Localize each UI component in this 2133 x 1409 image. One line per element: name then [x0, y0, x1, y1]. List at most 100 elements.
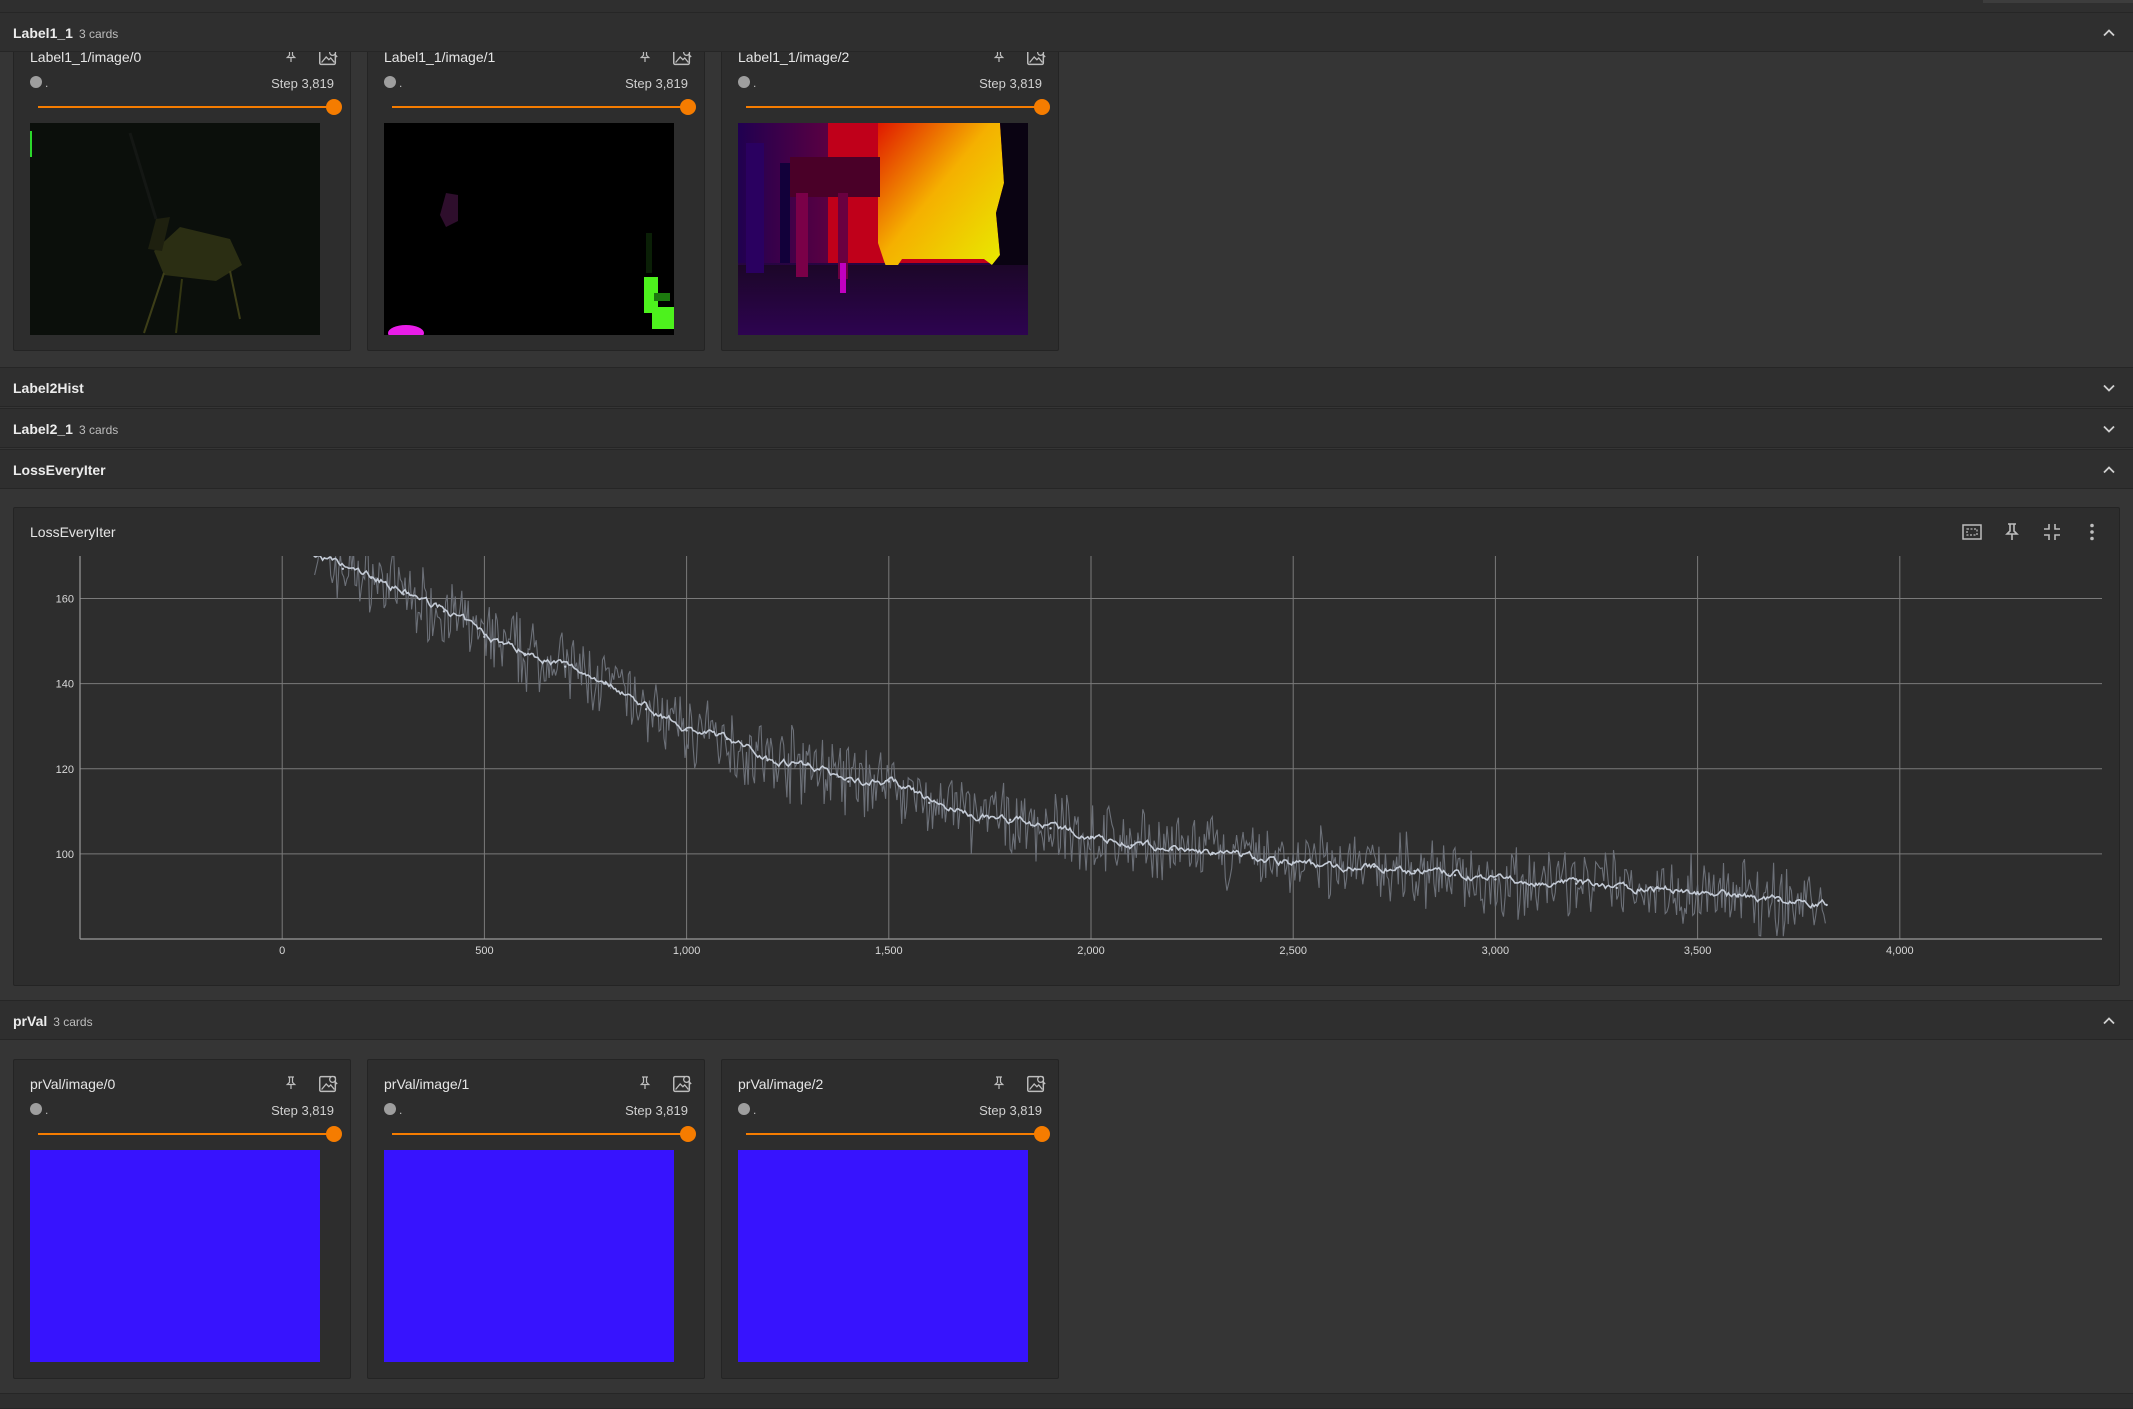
image-card: Label1_1/image/2 . Step 3,819	[721, 24, 1059, 351]
slider-thumb[interactable]	[1034, 99, 1050, 115]
data-point	[1575, 882, 1578, 885]
data-point	[1332, 865, 1335, 868]
data-point	[1825, 903, 1828, 907]
data-point	[604, 682, 607, 685]
run-name: .	[45, 76, 49, 90]
image-settings-icon[interactable]	[317, 1073, 339, 1095]
data-point	[483, 635, 486, 639]
image-thumbnail	[384, 123, 674, 335]
run-name: .	[45, 1103, 49, 1117]
slider-track	[392, 106, 688, 108]
data-point	[1130, 844, 1133, 847]
y-tick-label: 140	[56, 679, 74, 691]
x-tick-label: 1,500	[875, 945, 903, 957]
group-header-prval[interactable]: prVal 3 cards	[0, 1000, 2133, 1040]
image-card-title: prVal/image/0	[30, 1076, 116, 1092]
run-name: .	[753, 76, 757, 90]
slider-thumb[interactable]	[1034, 1126, 1050, 1142]
run-name: .	[399, 76, 403, 90]
image-thumbnail	[30, 123, 320, 335]
image-thumbnail	[738, 1150, 1028, 1362]
group-title: LossEveryIter	[13, 462, 106, 478]
image-settings-icon[interactable]	[671, 1073, 693, 1095]
x-tick-label: 4,000	[1886, 945, 1914, 957]
image-thumbnail	[384, 1150, 674, 1362]
top-tabs-edge	[1983, 0, 2133, 3]
image-frame[interactable]	[30, 1150, 320, 1362]
image-card-title: prVal/image/1	[384, 1076, 470, 1092]
step-label: Step 3,819	[979, 76, 1042, 91]
image-card: Label1_1/image/1 . Step 3,819	[367, 24, 705, 351]
group-card-count: 3 cards	[78, 27, 119, 41]
step-slider[interactable]	[38, 99, 342, 115]
x-tick-label: 3,000	[1482, 945, 1510, 957]
step-label: Step 3,819	[625, 1103, 688, 1118]
slider-thumb[interactable]	[326, 99, 342, 115]
chevron-down-icon[interactable]	[2099, 419, 2119, 439]
image-frame[interactable]	[384, 1150, 674, 1362]
x-tick-label: 2,500	[1279, 945, 1307, 957]
x-tick-label: 2,000	[1077, 945, 1105, 957]
image-frame[interactable]	[738, 123, 1028, 335]
image-card-title: prVal/image/2	[738, 1076, 824, 1092]
step-slider[interactable]	[392, 1126, 696, 1142]
group-header-loss-every-iter[interactable]: LossEveryIter	[0, 449, 2133, 489]
image-card: prVal/image/2 . Step 3,819	[721, 1059, 1059, 1379]
run-color-dot	[384, 1103, 396, 1115]
slider-thumb[interactable]	[680, 1126, 696, 1142]
image-frame[interactable]	[384, 123, 674, 335]
line-chart[interactable]: 0 500 1,000 1,500 2,000 2,500 3,000 3,500 4,000 1…	[14, 508, 2114, 968]
data-point	[1008, 818, 1012, 822]
step-slider[interactable]	[746, 99, 1050, 115]
run-name: .	[753, 1103, 757, 1117]
data-point	[1534, 882, 1538, 885]
step-slider[interactable]	[38, 1126, 342, 1142]
data-point	[1170, 848, 1174, 851]
chevron-up-icon[interactable]	[2099, 23, 2119, 43]
data-point	[1211, 852, 1214, 856]
run-name: .	[399, 1103, 403, 1117]
data-point	[523, 652, 527, 656]
data-point	[928, 801, 931, 805]
step-slider[interactable]	[392, 99, 696, 115]
group-header-label2-1[interactable]: Label2_1 3 cards	[0, 408, 2133, 448]
image-card: Label1_1/image/0 . Step 3,819	[13, 24, 351, 351]
image-frame[interactable]	[738, 1150, 1028, 1362]
data-point	[1777, 899, 1780, 902]
data-point	[1736, 895, 1740, 898]
group-header-label2hist[interactable]: Label2Hist	[0, 367, 2133, 407]
pin-icon[interactable]	[282, 1074, 300, 1092]
data-point	[564, 665, 567, 668]
x-tick-label: 3,500	[1684, 945, 1712, 957]
slider-track	[746, 1133, 1042, 1135]
data-point	[1089, 835, 1093, 839]
step-label: Step 3,819	[625, 76, 688, 91]
data-point	[1372, 865, 1376, 868]
step-label: Step 3,819	[271, 76, 334, 91]
image-frame[interactable]	[30, 123, 320, 335]
image-card: prVal/image/0 . Step 3,819	[13, 1059, 351, 1379]
group-title: Label1_1 3 cards	[13, 25, 119, 41]
group-header-label1-1[interactable]: Label1_1 3 cards	[0, 12, 2133, 52]
chevron-up-icon[interactable]	[2099, 460, 2119, 480]
data-point	[847, 780, 850, 783]
data-point	[1251, 856, 1254, 860]
slider-thumb[interactable]	[326, 1126, 342, 1142]
run-color-dot	[30, 76, 42, 88]
pin-icon[interactable]	[990, 1074, 1008, 1092]
smoothed-series-line	[314, 556, 1827, 909]
data-point	[806, 763, 810, 766]
step-slider[interactable]	[746, 1126, 1050, 1142]
image-settings-icon[interactable]	[1025, 1073, 1047, 1095]
data-point	[968, 814, 971, 817]
run-color-dot	[738, 76, 750, 88]
data-point	[1696, 890, 1699, 894]
data-point	[341, 567, 345, 570]
x-tick-label: 1,000	[673, 945, 701, 957]
chevron-down-icon[interactable]	[2099, 378, 2119, 398]
chevron-up-icon[interactable]	[2099, 1011, 2119, 1031]
slider-track	[38, 1133, 334, 1135]
pin-icon[interactable]	[636, 1074, 654, 1092]
data-point	[442, 610, 446, 613]
slider-thumb[interactable]	[680, 99, 696, 115]
